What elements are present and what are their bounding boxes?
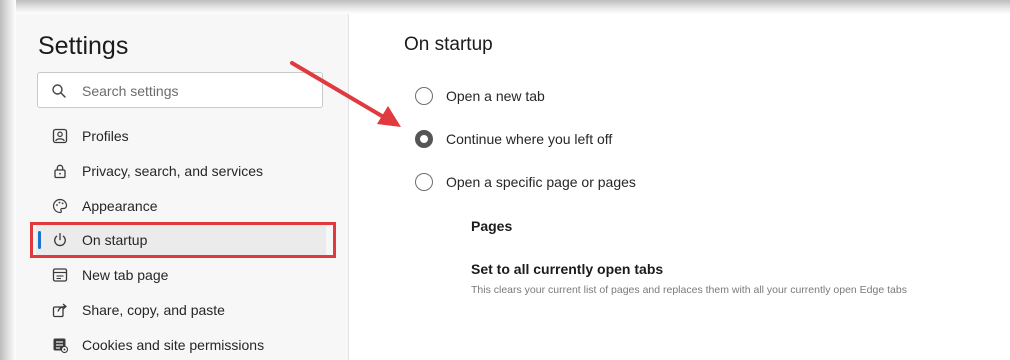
sidebar-item-profiles[interactable]: Profiles (36, 121, 326, 151)
window-shadow-left (0, 0, 16, 360)
window-shadow-top (0, 0, 1010, 14)
sidebar-item-label: New tab page (82, 267, 169, 283)
search-input[interactable] (82, 81, 312, 101)
sidebar-item-appearance[interactable]: Appearance (36, 191, 326, 221)
cookies-icon (52, 337, 69, 354)
sidebar-item-label: Appearance (82, 198, 158, 214)
new-tab-icon (52, 267, 68, 283)
annotation-highlight-box (30, 222, 336, 258)
share-icon (52, 302, 68, 318)
settings-sidebar: Settings Profiles (16, 14, 349, 360)
lock-icon (52, 163, 68, 179)
search-box[interactable] (37, 72, 323, 108)
sidebar-item-label: Cookies and site permissions (82, 337, 265, 353)
option-open-new-tab[interactable]: Open a new tab (415, 85, 915, 109)
sidebar-item-label: Privacy, search, and services (82, 163, 264, 179)
section-title: On startup (404, 34, 493, 55)
sidebar-item-label: Profiles (82, 128, 129, 144)
sidebar-item-privacy[interactable]: Privacy, search, and services (36, 156, 326, 186)
option-open-specific-pages[interactable]: Open a specific page or pages (415, 171, 915, 195)
option-continue-where-left-off[interactable]: Continue where you left off (415, 128, 915, 152)
option-label: Open a specific page or pages (446, 174, 636, 190)
option-label: Open a new tab (446, 88, 545, 104)
option-label: Continue where you left off (446, 131, 613, 147)
radio-button[interactable] (415, 173, 433, 191)
sidebar-item-share-copy-paste[interactable]: Share, copy, and paste (36, 295, 326, 325)
sidebar-item-new-tab-page[interactable]: New tab page (36, 260, 326, 290)
appearance-icon (52, 198, 68, 214)
page-title: Settings (38, 32, 129, 60)
profile-icon (52, 128, 68, 144)
sidebar-item-label: Share, copy, and paste (82, 302, 225, 318)
radio-button[interactable] (415, 87, 433, 105)
search-icon (51, 83, 67, 99)
pages-heading: Pages (471, 218, 513, 234)
sidebar-item-cookies[interactable]: Cookies and site permissions (36, 330, 326, 360)
settings-window: Settings Profiles (0, 0, 1010, 360)
settings-content: On startup Open a new tab Continue where… (350, 14, 1010, 360)
set-to-open-tabs-description: This clears your current list of pages a… (471, 284, 907, 296)
radio-button-selected[interactable] (415, 130, 433, 148)
set-to-open-tabs-button[interactable]: Set to all currently open tabs (471, 261, 663, 277)
